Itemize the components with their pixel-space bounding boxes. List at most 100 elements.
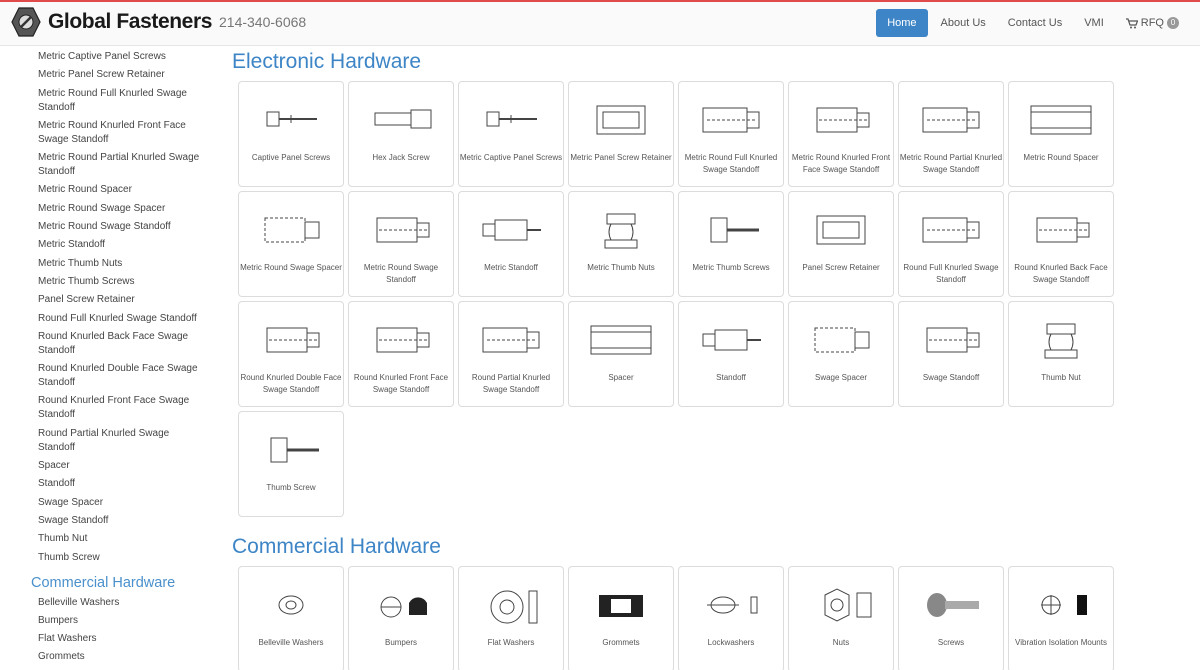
product-card-label: Thumb Screw: [266, 483, 316, 492]
electronic-product-card[interactable]: Round Knurled Double Face Swage Standoff: [238, 301, 344, 407]
commercial-product-card[interactable]: Grommets: [568, 566, 674, 670]
sidebar-item[interactable]: Spacer: [38, 459, 206, 473]
nav-contact-us[interactable]: Contact Us: [997, 9, 1073, 37]
electronic-product-card[interactable]: Standoff: [678, 301, 784, 407]
electronic-product-card[interactable]: Metric Panel Screw Retainer: [568, 81, 674, 187]
captive-screw-icon: [247, 100, 335, 140]
spacer-icon: [1017, 100, 1105, 140]
commercial-product-card[interactable]: Vibration Isolation Mounts: [1008, 566, 1114, 670]
commercial-product-card[interactable]: Bumpers: [348, 566, 454, 670]
swage-spacer-icon: [247, 210, 335, 250]
sidebar-item[interactable]: Round Knurled Front Face Swage Standoff: [38, 394, 206, 422]
electronic-product-card[interactable]: Metric Round Partial Knurled Swage Stand…: [898, 81, 1004, 187]
product-card-label: Swage Spacer: [814, 373, 868, 382]
knurled-icon: [907, 210, 995, 250]
sidebar-item[interactable]: Metric Round Swage Spacer: [38, 202, 206, 216]
electronic-product-card[interactable]: Round Knurled Back Face Swage Standoff: [1008, 191, 1114, 297]
section-title-commercial: Commercial Hardware: [232, 535, 441, 558]
sidebar-item[interactable]: Metric Round Swage Standoff: [38, 220, 206, 234]
product-card-label: Screws: [937, 638, 965, 647]
sidebar-item[interactable]: Round Partial Knurled Swage Standoff: [38, 427, 206, 455]
sidebar-item[interactable]: Metric Round Full Knurled Swage Standoff: [38, 87, 206, 115]
electronic-product-card[interactable]: Metric Captive Panel Screws: [458, 81, 564, 187]
section-title-electronic: Electronic Hardware: [232, 50, 422, 73]
electronic-product-card[interactable]: Round Full Knurled Swage Standoff: [898, 191, 1004, 297]
mount-icon: [1017, 585, 1105, 625]
sidebar-item[interactable]: Belleville Washers: [38, 596, 206, 610]
electronic-product-card[interactable]: Spacer: [568, 301, 674, 407]
electronic-product-card[interactable]: Round Knurled Front Face Swage Standoff: [348, 301, 454, 407]
commercial-product-card[interactable]: Nuts: [788, 566, 894, 670]
electronic-product-card[interactable]: Round Partial Knurled Swage Standoff: [458, 301, 564, 407]
electronic-product-card[interactable]: Swage Spacer: [788, 301, 894, 407]
product-card-label: Swage Standoff: [922, 373, 980, 382]
electronic-product-card[interactable]: Swage Standoff: [898, 301, 1004, 407]
lockwasher-icon: [687, 585, 775, 625]
captive-screw-icon: [467, 100, 555, 140]
main-nav: Home About Us Contact Us VMI RFQ 0: [876, 9, 1190, 37]
nav-vmi[interactable]: VMI: [1073, 9, 1115, 37]
electronic-product-card[interactable]: Thumb Screw: [238, 411, 344, 517]
product-card-label: Metric Round Knurled Front Face Swage St…: [791, 153, 891, 174]
commercial-product-grid: Belleville Washers Bumpers Flat Washers Gro…: [238, 566, 1114, 670]
sidebar-item[interactable]: Metric Thumb Screws: [38, 275, 206, 289]
product-card-label: Metric Round Swage Standoff: [363, 263, 439, 284]
commercial-product-card[interactable]: Lockwashers: [678, 566, 784, 670]
electronic-product-card[interactable]: Metric Round Spacer: [1008, 81, 1114, 187]
commercial-product-card[interactable]: Belleville Washers: [238, 566, 344, 670]
sidebar-item[interactable]: Bumpers: [38, 614, 206, 628]
rfq-count-badge: 0: [1167, 17, 1179, 29]
commercial-product-card[interactable]: Screws: [898, 566, 1004, 670]
product-card-label: Spacer: [608, 373, 634, 382]
product-card-label: Thumb Nut: [1041, 373, 1081, 382]
sidebar-item[interactable]: Grommets: [38, 650, 206, 664]
standoff-icon: [357, 320, 445, 360]
sidebar-item[interactable]: Flat Washers: [38, 632, 206, 646]
sidebar-item[interactable]: Standoff: [38, 477, 206, 491]
spacer-icon: [577, 320, 665, 360]
product-card-label: Metric Thumb Nuts: [587, 263, 655, 272]
nav-about-us[interactable]: About Us: [930, 9, 997, 37]
electronic-product-card[interactable]: Metric Thumb Screws: [678, 191, 784, 297]
electronic-product-card[interactable]: Metric Thumb Nuts: [568, 191, 674, 297]
sidebar-item[interactable]: Metric Standoff: [38, 238, 206, 252]
sidebar-item[interactable]: Round Knurled Double Face Swage Standoff: [38, 362, 206, 390]
electronic-product-card[interactable]: Panel Screw Retainer: [788, 191, 894, 297]
sidebar-item[interactable]: Thumb Nut: [38, 532, 206, 546]
electronic-product-card[interactable]: Metric Round Knurled Front Face Swage St…: [788, 81, 894, 187]
electronic-product-card[interactable]: Thumb Nut: [1008, 301, 1114, 407]
sidebar-item[interactable]: Metric Round Knurled Front Face Swage St…: [38, 119, 206, 147]
sidebar-item[interactable]: Panel Screw Retainer: [38, 293, 206, 307]
product-card-label: Metric Standoff: [484, 263, 538, 272]
logo[interactable]: Global Fasteners 214-340-6068: [10, 6, 306, 38]
electronic-product-card[interactable]: Metric Round Full Knurled Swage Standoff: [678, 81, 784, 187]
sidebar-item[interactable]: Metric Captive Panel Screws: [38, 50, 206, 64]
nav-home[interactable]: Home: [876, 9, 928, 37]
sidebar-item[interactable]: Round Full Knurled Swage Standoff: [38, 312, 206, 326]
top-navbar: Global Fasteners 214-340-6068 Home About…: [0, 0, 1200, 46]
hex-jack-icon: [357, 100, 445, 140]
sidebar-item[interactable]: Round Knurled Back Face Swage Standoff: [38, 330, 206, 358]
nav-rfq[interactable]: RFQ 0: [1115, 9, 1190, 37]
thumb-nut-icon: [577, 210, 665, 250]
screw-icon: [907, 585, 995, 625]
commercial-product-card[interactable]: Flat Washers: [458, 566, 564, 670]
thumb-screw-icon: [687, 210, 775, 250]
sidebar-item[interactable]: Thumb Screw: [38, 551, 206, 565]
sidebar-item[interactable]: Metric Thumb Nuts: [38, 257, 206, 271]
sidebar-item[interactable]: Swage Spacer: [38, 496, 206, 510]
product-card-label: Round Knurled Front Face Swage Standoff: [353, 373, 449, 394]
electronic-product-card[interactable]: Captive Panel Screws: [238, 81, 344, 187]
nut-icon: [797, 585, 885, 625]
sidebar-item[interactable]: Metric Round Spacer: [38, 183, 206, 197]
phone-number[interactable]: 214-340-6068: [219, 14, 306, 30]
sidebar-item[interactable]: Metric Round Partial Knurled Swage Stand…: [38, 151, 206, 179]
sidebar-item[interactable]: Swage Standoff: [38, 514, 206, 528]
electronic-product-card[interactable]: Metric Standoff: [458, 191, 564, 297]
knurled-icon: [687, 100, 775, 140]
sidebar-item[interactable]: Metric Panel Screw Retainer: [38, 68, 206, 82]
sidebar-heading-commercial[interactable]: Commercial Hardware: [0, 571, 215, 591]
electronic-product-card[interactable]: Metric Round Swage Standoff: [348, 191, 454, 297]
electronic-product-card[interactable]: Metric Round Swage Spacer: [238, 191, 344, 297]
electronic-product-card[interactable]: Hex Jack Screw: [348, 81, 454, 187]
